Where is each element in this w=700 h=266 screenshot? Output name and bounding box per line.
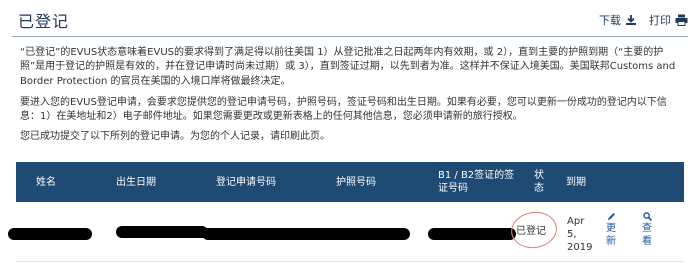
page-actions: 下载 打印: [599, 12, 688, 28]
download-label: 下载: [599, 14, 621, 27]
title-divider: [12, 36, 688, 37]
status-explanation-paragraph: “已登记”的EVUS状态意味着EVUS的要求得到了满足得以前往美国 1）从登记批…: [20, 47, 676, 87]
pencil-icon: [607, 213, 615, 220]
print-button[interactable]: 打印: [649, 12, 688, 28]
redacted-passport-number: [322, 228, 410, 240]
table-header: 姓名 出生日期 登记申请号码 护照号码 B1 / B2签证的签证号码 状态 到期: [16, 162, 684, 202]
print-label: 打印: [649, 14, 671, 27]
download-button[interactable]: 下载: [599, 12, 637, 28]
print-icon: [675, 14, 688, 26]
update-link[interactable]: 更新: [603, 212, 619, 248]
search-icon: [642, 212, 652, 221]
header-application-number: 登记申请号码: [216, 176, 276, 188]
page-title: 已登记: [18, 12, 70, 31]
download-icon: [626, 15, 636, 25]
redacted-application-number: [202, 228, 338, 240]
header-visa-number: B1 / B2签证的签证号码: [438, 170, 515, 194]
view-link[interactable]: 查看: [639, 212, 655, 248]
submitted-notice-paragraph: 您已成功提交了以下所列的登记申请。为您的个人记录，请印刷此页。: [20, 131, 330, 142]
header-status: 状态: [534, 170, 544, 194]
update-label: 更新: [606, 223, 616, 247]
redacted-name: [8, 228, 92, 240]
redacted-dob: [116, 226, 208, 238]
header-dob: 出生日期: [116, 176, 156, 188]
expiry-date: Apr 5, 2019: [567, 216, 593, 253]
table-row: 已登记 Apr 5, 2019 更新 查看: [8, 202, 684, 262]
redacted-visa-number: [428, 228, 516, 240]
status-badge: 已登记: [516, 226, 546, 237]
registration-table: 姓名 出生日期 登记申请号码 护照号码 B1 / B2签证的签证号码 状态 到期…: [8, 162, 684, 262]
header-name: 姓名: [36, 176, 56, 188]
header-expiry: 到期: [566, 176, 586, 188]
view-label: 查看: [642, 223, 652, 247]
update-info-paragraph: 要进入您的EVUS登记申请，会要求您提供您的登记申请号码，护照号码，签证号码和出…: [20, 97, 667, 123]
header-passport-number: 护照号码: [336, 176, 376, 188]
